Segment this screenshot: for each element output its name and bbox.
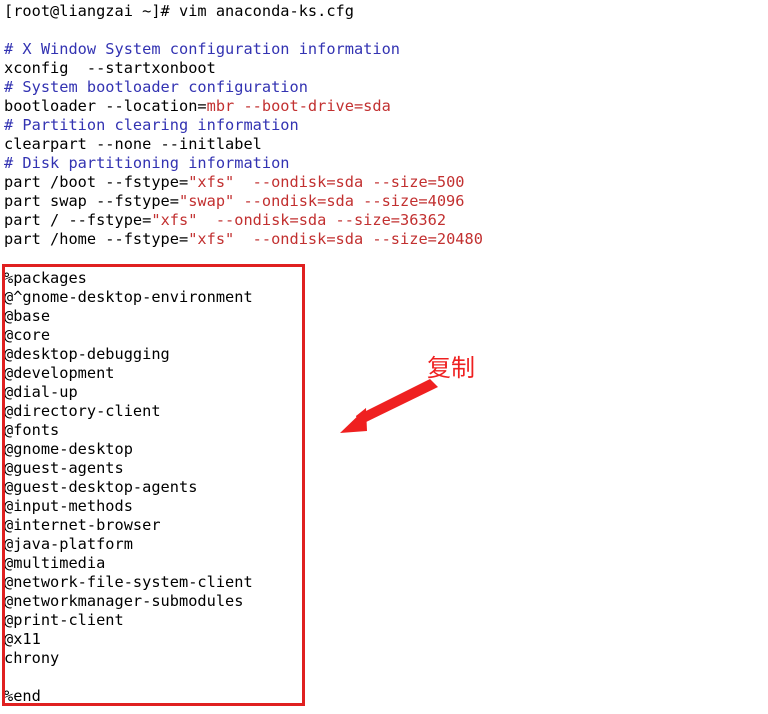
code-segment: @fonts xyxy=(4,421,60,439)
code-segment: # System bootloader configuration xyxy=(4,78,308,96)
code-segment: @base xyxy=(4,307,51,325)
code-line: @x11 xyxy=(4,630,41,649)
code-line: chrony xyxy=(4,649,59,668)
code-segment: @guest-agents xyxy=(4,459,124,477)
code-line: @input-methods xyxy=(4,497,133,516)
code-segment: @dial-up xyxy=(4,383,78,401)
code-segment: xconfig --startxonboot xyxy=(4,59,216,77)
code-segment: "swap" --ondisk=sda --size=4096 xyxy=(178,192,465,210)
code-line: part swap --fstype="swap" --ondisk=sda -… xyxy=(4,192,464,211)
code-line: @java-platform xyxy=(4,535,133,554)
code-segment: %end xyxy=(4,687,41,705)
code-line: @print-client xyxy=(4,611,124,630)
code-segment: @gnome-desktop xyxy=(4,440,133,458)
code-line: @multimedia xyxy=(4,554,105,573)
code-line: bootloader --location=mbr --boot-drive=s… xyxy=(4,97,391,116)
code-line: # System bootloader configuration xyxy=(4,78,308,97)
code-line: @desktop-debugging xyxy=(4,345,170,364)
code-line: @internet-browser xyxy=(4,516,161,535)
code-segment: part / --fstype= xyxy=(4,211,152,229)
code-segment: "xfs" --ondisk=sda --size=500 xyxy=(188,173,465,191)
code-segment: part /boot --fstype= xyxy=(4,173,189,191)
code-line: part / --fstype="xfs" --ondisk=sda --siz… xyxy=(4,211,446,230)
code-line: @guest-desktop-agents xyxy=(4,478,197,497)
code-line: clearpart --none --initlabel xyxy=(4,135,262,154)
code-segment: @multimedia xyxy=(4,554,106,572)
code-segment: clearpart --none --initlabel xyxy=(4,135,262,153)
code-segment: @desktop-debugging xyxy=(4,345,170,363)
terminal-text-area[interactable]: [root@liangzai ~]# vim anaconda-ks.cfg # … xyxy=(0,0,768,714)
code-segment: @networkmanager-submodules xyxy=(4,592,244,610)
code-line: part /home --fstype="xfs" --ondisk=sda -… xyxy=(4,230,483,249)
code-segment: # Partition clearing information xyxy=(4,116,299,134)
code-segment: part swap --fstype= xyxy=(4,192,179,210)
code-segment: # Disk partitioning information xyxy=(4,154,290,172)
code-segment: part /home --fstype= xyxy=(4,230,189,248)
code-line: @directory-client xyxy=(4,402,161,421)
code-segment: %packages xyxy=(4,269,87,287)
code-segment: "xfs" --ondisk=sda --size=36362 xyxy=(151,211,447,229)
code-segment: mbr --boot-drive=sda xyxy=(206,97,391,115)
bottom-strip xyxy=(0,707,768,714)
code-line: part /boot --fstype="xfs" --ondisk=sda -… xyxy=(4,173,465,192)
code-line: @base xyxy=(4,307,50,326)
code-segment: @internet-browser xyxy=(4,516,161,534)
code-line: xconfig --startxonboot xyxy=(4,59,216,78)
code-line: %end xyxy=(4,687,41,706)
code-line: @networkmanager-submodules xyxy=(4,592,243,611)
code-segment: @core xyxy=(4,326,51,344)
code-segment: @java-platform xyxy=(4,535,133,553)
code-segment: @^gnome-desktop-environment xyxy=(4,288,253,306)
code-segment: chrony xyxy=(4,649,60,667)
code-line: @^gnome-desktop-environment xyxy=(4,288,253,307)
code-line: %packages xyxy=(4,269,87,288)
code-segment: @x11 xyxy=(4,630,41,648)
code-line: @fonts xyxy=(4,421,59,440)
code-line: [root@liangzai ~]# vim anaconda-ks.cfg xyxy=(4,2,354,21)
code-segment: "xfs" --ondisk=sda --size=20480 xyxy=(188,230,483,248)
code-segment: @network-file-system-client xyxy=(4,573,253,591)
code-line: @guest-agents xyxy=(4,459,124,478)
code-line: @gnome-desktop xyxy=(4,440,133,459)
code-line: # Disk partitioning information xyxy=(4,154,290,173)
annotation-copy-label: 复制 xyxy=(427,354,475,382)
code-line: @development xyxy=(4,364,115,383)
code-segment: @print-client xyxy=(4,611,124,629)
code-segment: # X Window System configuration informat… xyxy=(4,40,401,58)
code-line: @dial-up xyxy=(4,383,78,402)
code-segment: @directory-client xyxy=(4,402,161,420)
code-segment: bootloader --location= xyxy=(4,97,207,115)
code-line: # Partition clearing information xyxy=(4,116,299,135)
code-line: @network-file-system-client xyxy=(4,573,253,592)
code-segment: @development xyxy=(4,364,115,382)
code-segment: [root@liangzai ~]# vim anaconda-ks.cfg xyxy=(4,2,354,20)
code-segment: @input-methods xyxy=(4,497,133,515)
code-line: @core xyxy=(4,326,50,345)
code-segment: @guest-desktop-agents xyxy=(4,478,198,496)
code-line: # X Window System configuration informat… xyxy=(4,40,400,59)
